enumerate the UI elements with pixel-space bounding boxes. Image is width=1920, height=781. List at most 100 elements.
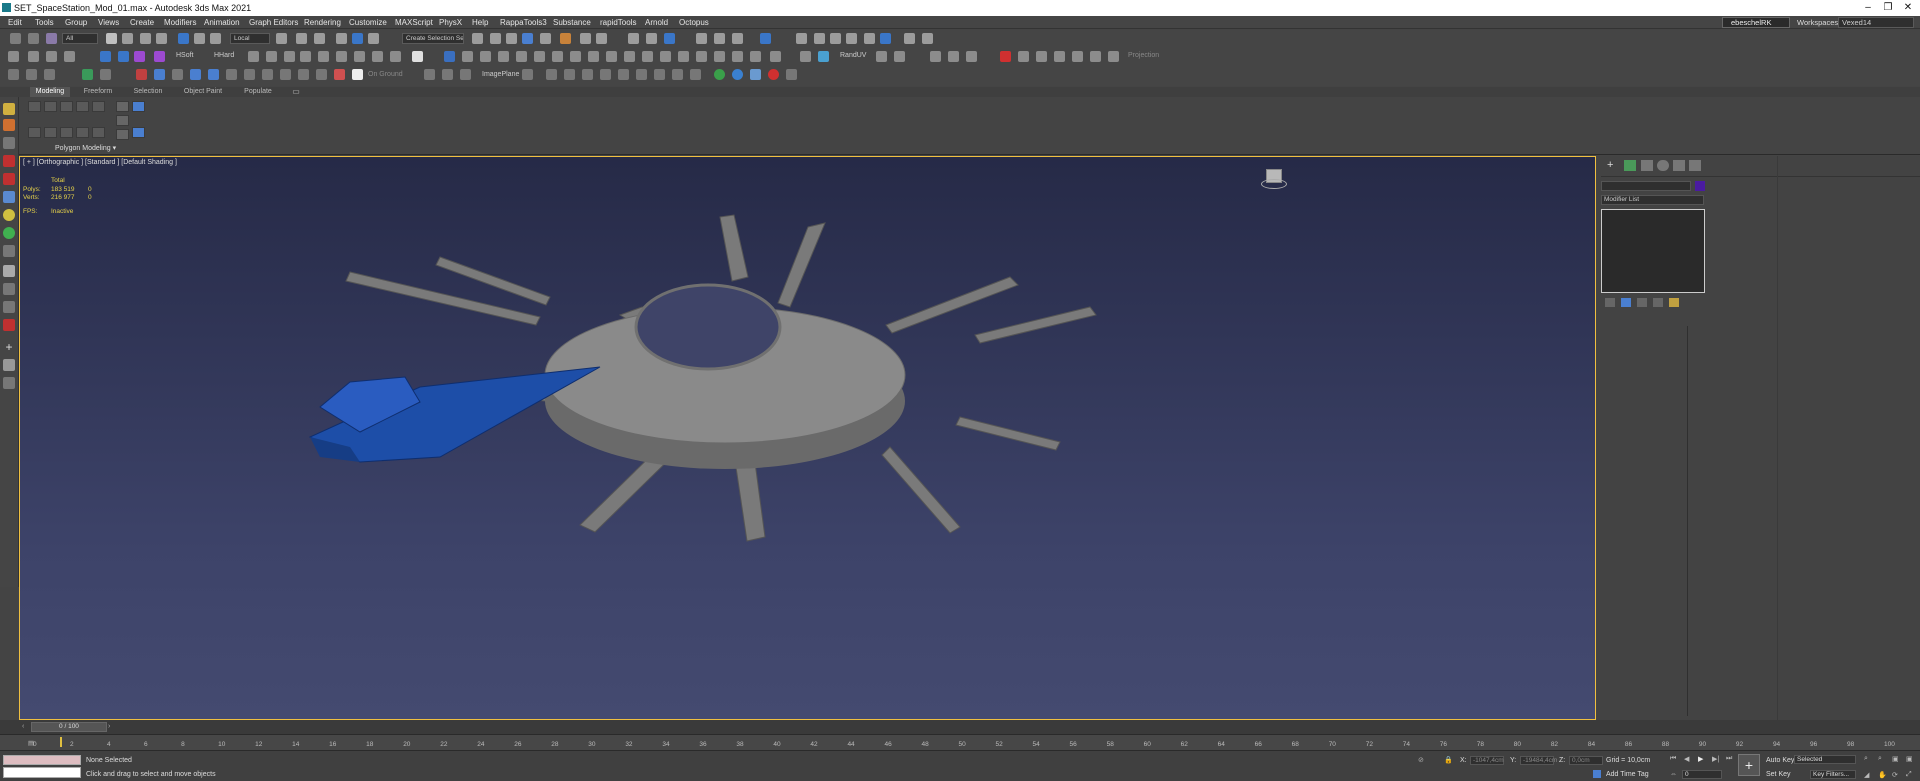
menu-edit[interactable]: Edit	[8, 17, 22, 28]
y-coordinate-field[interactable]: -19484,4cm	[1520, 756, 1557, 765]
user-account-dropdown[interactable]: ebeschelRK	[1722, 17, 1790, 28]
arnold-ipr-icon[interactable]	[714, 33, 725, 44]
toggle-ribbon-icon[interactable]	[522, 33, 533, 44]
time-tag-icon[interactable]	[1593, 770, 1601, 778]
ribbon-button-2[interactable]	[44, 101, 57, 112]
zoom-icon[interactable]: ⌕	[1864, 755, 1868, 763]
scene-2-icon[interactable]	[100, 69, 111, 80]
tool-e-icon[interactable]	[618, 69, 629, 80]
menu-physx[interactable]: PhysX	[439, 17, 462, 28]
menu-group[interactable]: Group	[65, 17, 87, 28]
swift-loop-icon[interactable]	[134, 51, 145, 62]
cube-2-icon[interactable]	[3, 283, 15, 295]
motion-tab-icon[interactable]	[1657, 160, 1669, 171]
geosphere-icon[interactable]	[588, 51, 599, 62]
tool-b-icon[interactable]	[564, 69, 575, 80]
panel-scrollbar[interactable]	[1687, 326, 1688, 716]
cap-icon[interactable]	[318, 51, 329, 62]
ribbon-button-7[interactable]	[44, 127, 57, 138]
ribbon-button-1[interactable]	[28, 101, 41, 112]
pyramid-icon[interactable]	[570, 51, 581, 62]
time-slider[interactable]: ‹ 0 / 100 ›	[0, 720, 1920, 734]
arc-shape-icon[interactable]	[696, 51, 707, 62]
mirror-icon[interactable]	[472, 33, 483, 44]
uvw-map-icon[interactable]	[770, 51, 781, 62]
menu-graph-editors[interactable]: Graph Editors	[249, 17, 298, 28]
link-icon[interactable]	[10, 33, 21, 44]
scatter-icon[interactable]	[846, 33, 857, 44]
rappa-tool-icon[interactable]	[904, 33, 915, 44]
align-tool-2-icon[interactable]	[442, 69, 453, 80]
create-tab-icon[interactable]: +	[1607, 160, 1619, 171]
layout-icon[interactable]	[154, 69, 165, 80]
cut-icon[interactable]	[248, 51, 259, 62]
cylinder-icon[interactable]	[480, 51, 491, 62]
set-key-button[interactable]: Set Key	[1766, 771, 1791, 778]
tool-a-icon[interactable]	[546, 69, 557, 80]
tab-selection[interactable]: Selection	[126, 87, 170, 97]
key-mode-dropdown[interactable]: Selected	[1794, 755, 1856, 764]
align-icon[interactable]	[490, 33, 501, 44]
light-bulb-icon[interactable]	[3, 209, 15, 221]
teapot-icon[interactable]	[606, 51, 617, 62]
line-shape-icon[interactable]	[642, 51, 653, 62]
border-icon[interactable]	[64, 51, 75, 62]
bevel-icon[interactable]	[372, 51, 383, 62]
layout-8-icon[interactable]	[280, 69, 291, 80]
ribbon-button-14[interactable]	[132, 101, 145, 112]
go-to-end-icon[interactable]: ⏭	[1726, 755, 1732, 763]
gem-icon[interactable]	[3, 319, 15, 331]
make-unique-icon[interactable]	[1637, 298, 1647, 307]
tube-icon[interactable]	[498, 51, 509, 62]
shirt-icon[interactable]	[830, 33, 841, 44]
circle-shape-icon[interactable]	[660, 51, 671, 62]
select-object-icon[interactable]	[106, 33, 117, 44]
helper-icon[interactable]	[3, 155, 15, 167]
tool-i-icon[interactable]	[690, 69, 701, 80]
uv-tool-icon[interactable]	[876, 51, 887, 62]
window-crossing-icon[interactable]	[156, 33, 167, 44]
key-filters-button[interactable]: Key Filters...	[1810, 770, 1856, 779]
dot-icon[interactable]	[3, 245, 15, 257]
align-tool-3-icon[interactable]	[460, 69, 471, 80]
create-icon[interactable]	[3, 103, 15, 115]
viewcube[interactable]	[1261, 165, 1287, 191]
checker-icon[interactable]	[800, 51, 811, 62]
close-button[interactable]: ✕	[1896, 0, 1920, 16]
edit-poly-icon[interactable]	[8, 51, 19, 62]
auto-key-button[interactable]: Auto Key	[1766, 757, 1794, 764]
ribbon-button-11[interactable]	[116, 101, 129, 112]
paint-3-icon[interactable]	[1054, 51, 1065, 62]
menu-maxscript[interactable]: MAXScript	[395, 17, 433, 28]
sphere-icon[interactable]	[444, 51, 455, 62]
red-dot-icon[interactable]	[768, 69, 779, 80]
lock-selection-icon[interactable]: 🔒	[1444, 756, 1453, 764]
weld-icon[interactable]	[284, 51, 295, 62]
target-weld-icon[interactable]	[300, 51, 311, 62]
projection-button[interactable]: Projection	[1128, 52, 1159, 59]
ribbon-button-3[interactable]	[60, 101, 73, 112]
rappa-tool-2-icon[interactable]	[922, 33, 933, 44]
viewport-orthographic[interactable]: [ + ] [Orthographic ] [Standard ] [Defau…	[19, 156, 1596, 720]
layout-4-icon[interactable]	[208, 69, 219, 80]
ribbon-button-8[interactable]	[60, 127, 73, 138]
utilities-tab-icon[interactable]	[1689, 160, 1701, 171]
menu-rappatools3[interactable]: RappaTools3	[500, 17, 547, 28]
menu-substance[interactable]: Substance	[553, 17, 591, 28]
box-white-icon[interactable]	[352, 69, 363, 80]
maximize-viewport-icon[interactable]: ⤢	[1906, 771, 1912, 779]
add-time-tag-button[interactable]: Add Time Tag	[1606, 771, 1649, 778]
zoom-all-icon[interactable]: ⌕	[1878, 755, 1882, 763]
grid-2-icon[interactable]	[26, 69, 37, 80]
menu-tools[interactable]: Tools	[35, 17, 54, 28]
ribbon-button-15[interactable]	[132, 127, 145, 138]
render-iterative-icon[interactable]	[646, 33, 657, 44]
scene-icon[interactable]	[82, 69, 93, 80]
z-coordinate-field[interactable]: 0,0cm	[1569, 756, 1603, 765]
randuv-button[interactable]: RandUV	[840, 52, 866, 59]
material-editor-icon[interactable]	[560, 33, 571, 44]
on-ground-button[interactable]: On Ground	[368, 71, 403, 78]
orbit-icon[interactable]: ⟳	[1892, 771, 1898, 779]
tab-modeling[interactable]: Modeling	[30, 87, 70, 97]
hierarchy-tab-icon[interactable]	[1641, 160, 1653, 171]
